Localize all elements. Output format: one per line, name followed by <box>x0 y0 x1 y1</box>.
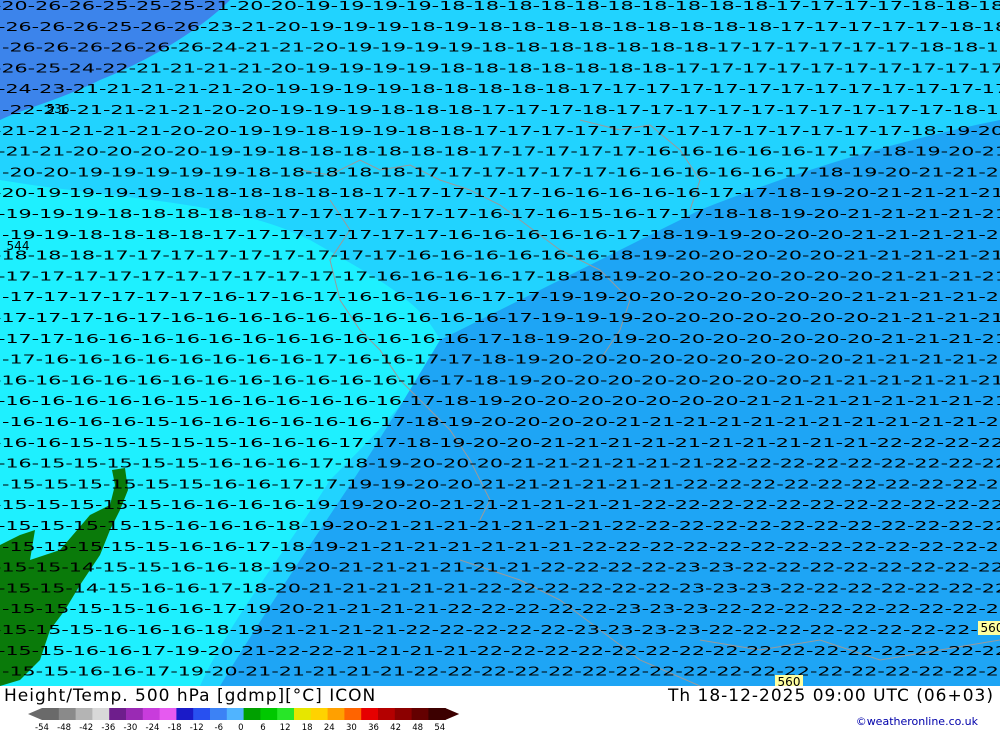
scale-swatch <box>411 708 429 720</box>
scale-tick-label: 6 <box>260 723 266 733</box>
isotherm-row: -15-15-15-15-15-16-16-16-16-19-19-20-20-… <box>0 498 1000 512</box>
scale-tick-label: -30 <box>123 723 138 733</box>
height-contour-label: 560 <box>981 621 1000 635</box>
color-scale-legend <box>28 708 460 720</box>
scale-swatch <box>294 708 312 720</box>
scale-swatch <box>344 708 362 720</box>
scale-arrow-right <box>445 708 460 720</box>
scale-swatch <box>193 708 211 720</box>
scale-tick-label: 0 <box>238 723 244 733</box>
isotherm-row: -16-16-16-16-16-15-16-16-16-16-16-16-17-… <box>0 394 1000 408</box>
scale-tick-label: 12 <box>279 723 291 733</box>
scale-tick-label: 24 <box>323 723 335 733</box>
isotherm-row: -17-17-17-16-17-16-16-16-16-16-16-16-16-… <box>0 311 1000 325</box>
scale-swatch <box>310 708 329 720</box>
scale-swatch <box>126 708 144 720</box>
isotherm-row: -15-15-15-16-16-16-18-19-21-21-21-21-22-… <box>0 623 1000 637</box>
scale-swatch <box>277 708 295 720</box>
scale-tick-label: -12 <box>189 723 204 733</box>
scale-swatch <box>226 708 245 720</box>
isotherm-row: -20-26-26-25-25-25-21-20-20-19-19-19-19-… <box>0 0 1000 13</box>
isotherm-row: -20-19-19-19-19-18-18-18-18-18-18-17-17-… <box>0 186 1000 200</box>
scale-swatch <box>92 708 110 720</box>
isotherm-row: -21-21-21-21-21-20-20-19-19-18-19-19-18-… <box>0 124 1000 138</box>
isotherm-row: -26-25-24-22-21-21-21-21-20-19-19-19-19-… <box>0 61 1000 75</box>
isotherm-row: -15-15-14-15-16-16-17-18-20-21-21-21-21-… <box>0 581 1000 595</box>
scale-tick-label: -36 <box>101 723 116 733</box>
isotherm-row: -26-26-26-26-26-26-24-21-21-20-19-19-19-… <box>2 41 1000 55</box>
scale-swatch <box>142 708 161 720</box>
height-contour-label: 544 <box>7 239 30 253</box>
scale-swatch <box>361 708 379 720</box>
scale-tick-label: -42 <box>79 723 94 733</box>
isotherm-row: -15-15-16-16-17-19-20-21-22-22-21-21-21-… <box>0 644 1000 658</box>
scale-tick-label: -48 <box>57 723 72 733</box>
weather-map: -20-26-26-25-25-25-21-20-20-19-19-19-19-… <box>0 0 1000 686</box>
scale-tick-label: 36 <box>368 723 379 733</box>
isotherm-row: -24-23-21-21-21-21-21-20-19-19-19-19-18-… <box>0 82 1000 96</box>
isotherm-row: -17-17-17-17-17-17-17-17-17-17-17-16-16-… <box>0 269 1000 283</box>
footer-bar: Height/Temp. 500 hPa [gdmp][°C] ICON Th … <box>0 686 1000 733</box>
scale-tick-label: -24 <box>145 723 160 733</box>
isotherm-row: -15-15-15-15-15-15-16-16-17-17-19-19-20-… <box>2 477 1000 491</box>
scale-tick-label: 54 <box>434 723 446 733</box>
scale-tick-label: -6 <box>214 723 224 733</box>
scale-tick-label: -54 <box>35 723 49 733</box>
isotherm-row: -15-15-16-16-17-19-20-21-21-21-21-21-22-… <box>2 665 1000 679</box>
scale-tick-label: 48 <box>412 723 424 733</box>
scale-swatch <box>378 708 396 720</box>
isotherm-row: -21-21-20-20-20-20-19-19-18-18-18-18-18-… <box>0 145 1000 159</box>
isotherm-row: -15-15-14-15-15-16-16-18-19-20-21-21-21-… <box>0 561 1000 575</box>
scale-tick-label: 18 <box>301 723 313 733</box>
scale-arrow-left <box>28 708 42 720</box>
map-title: Height/Temp. 500 hPa [gdmp][°C] ICON <box>4 686 377 706</box>
isotherm-row: -20-20-19-19-19-19-19-18-18-18-18-18-17-… <box>2 165 1000 179</box>
isotherm-row: -15-15-15-15-15-16-16-16-18-19-20-21-21-… <box>0 519 1000 533</box>
isotherm-row: -22-21-21-21-21-21-20-20-19-19-19-18-18-… <box>2 103 1000 117</box>
valid-time: Th 18-12-2025 09:00 UTC (06+03) <box>667 686 994 706</box>
scale-tick-label: 30 <box>345 723 357 733</box>
isotherm-row: -17-17-16-16-16-16-16-16-16-16-16-16-16-… <box>0 332 1000 346</box>
isotherm-row: -15-15-15-15-16-16-17-19-20-21-21-21-21-… <box>2 602 1000 616</box>
scale-swatch <box>327 708 345 720</box>
scale-swatch <box>109 708 127 720</box>
scale-swatch <box>159 708 177 720</box>
isotherm-row: -16-15-15-15-15-15-16-16-16-17-18-19-20-… <box>0 457 1000 471</box>
scale-swatch <box>75 708 93 720</box>
isotherm-row: -18-18-18-17-17-17-17-17-17-17-17-17-16-… <box>0 249 1000 263</box>
isotherm-row: -19-19-19-18-18-18-18-18-17-17-17-17-17-… <box>0 207 1000 221</box>
isotherm-row: -19-19-18-18-18-18-17-17-17-17-17-17-17-… <box>2 228 1000 242</box>
scale-tick-label: 42 <box>390 723 402 733</box>
isotherm-row: -16-16-16-16-16-16-16-16-16-16-16-16-16-… <box>0 373 1000 387</box>
scale-swatch <box>42 708 60 720</box>
scale-swatch <box>58 708 77 720</box>
height-contour-label: 536 <box>47 102 70 116</box>
isotherm-row: -16-16-15-15-15-15-15-16-16-16-17-17-18-… <box>0 436 1000 450</box>
isotherm-row: -17-17-17-17-17-17-16-17-16-17-16-16-16-… <box>2 290 1000 304</box>
scale-tick-label: -18 <box>167 723 182 733</box>
isotherm-row: -17-16-16-16-16-16-16-16-16-17-16-16-17-… <box>2 353 1000 367</box>
scale-swatch <box>260 708 278 720</box>
scale-swatch <box>210 708 228 720</box>
isotherm-row: -16-16-16-16-15-16-16-16-16-16-16-17-18-… <box>2 415 1000 429</box>
isotherm-row: -15-15-15-15-15-16-16-17-18-19-21-21-21-… <box>2 540 1000 554</box>
isotherm-row: -26-26-26-25-26-26-23-21-20-19-19-19-18-… <box>0 20 1000 34</box>
credit-text: ©weatheronline.co.uk <box>855 715 978 728</box>
scale-swatch <box>394 708 413 720</box>
scale-swatch <box>428 708 446 720</box>
height-contour-label: 560 <box>778 675 801 686</box>
scale-swatch <box>243 708 261 720</box>
scale-swatch <box>176 708 194 720</box>
